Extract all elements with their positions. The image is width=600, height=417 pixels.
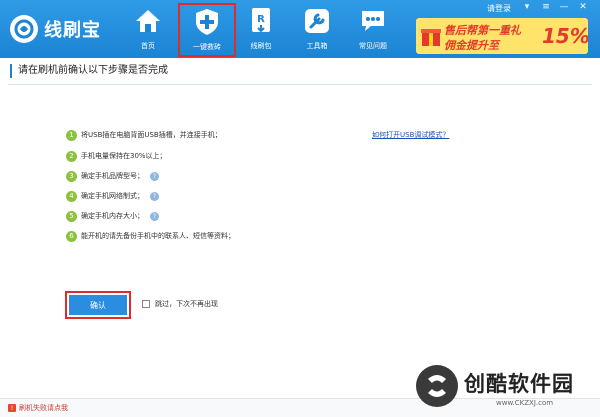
top-bar: 线刷宝 首页 一键救砖 R 线刷包 工具箱 常见问题 请登录 ▾ ≡ — ✕ 售…	[0, 0, 600, 58]
help-icon[interactable]: ?	[150, 211, 159, 221]
wrench-icon	[302, 6, 332, 36]
chat-bubble-icon	[358, 6, 388, 36]
step-text: 确定手机品牌型号；	[81, 172, 144, 180]
nav-one-click-rescue-label: 一键救砖	[193, 43, 221, 51]
usb-debug-guide-link[interactable]: 如何打开USB调试模式？	[372, 130, 449, 140]
step-text: 确定手机网络制式；	[81, 192, 144, 200]
step-number: 5	[66, 210, 77, 222]
flash-failed-text: 刷机失败请点我	[19, 404, 68, 412]
nav-home[interactable]: 首页	[121, 4, 175, 54]
promo-gift-icon	[421, 29, 441, 46]
step-text: 确定手机内存大小；	[81, 212, 144, 220]
step-item: 6 能开机的请先备份手机中的联系人、短信等资料；	[66, 229, 235, 243]
page-title: 请在刷机前确认以下步骤是否完成	[10, 64, 168, 78]
close-icon[interactable]: ✕	[577, 2, 589, 12]
watermark: 创酷软件园 www.CKZXJ.com	[404, 362, 600, 417]
skip-checkbox[interactable]	[142, 300, 150, 308]
watermark-text: 创酷软件园	[464, 372, 574, 396]
confirm-button-highlight: 确认	[65, 291, 131, 319]
skip-label: 跳过，下次不再出现	[155, 300, 218, 308]
nav-faq-label: 常见问题	[359, 42, 387, 50]
flash-failed-link[interactable]: ! 刷机失败请点我	[8, 403, 68, 413]
svg-text:R: R	[257, 14, 265, 25]
promo-line2: 佣金提升至	[444, 39, 499, 52]
skip-option[interactable]: 跳过，下次不再出现	[142, 299, 218, 309]
confirm-button[interactable]: 确认	[69, 295, 127, 315]
step-number: 1	[66, 129, 77, 141]
shield-plus-icon	[192, 7, 222, 37]
menu-icon[interactable]: ≡	[540, 2, 552, 12]
skin-icon[interactable]: ▾	[521, 2, 533, 12]
nav-toolbox[interactable]: 工具箱	[290, 4, 344, 54]
nav-home-label: 首页	[141, 42, 155, 50]
nav-one-click-rescue[interactable]: 一键救砖	[178, 3, 236, 57]
step-number: 3	[66, 170, 77, 182]
step-text: 将USB插在电脑背面USB插槽，并连接手机；	[81, 131, 222, 139]
home-icon	[133, 6, 163, 36]
help-icon[interactable]: ?	[150, 171, 159, 181]
login-link[interactable]: 请登录	[487, 3, 511, 14]
nav-rom-package[interactable]: R 线刷包	[234, 4, 288, 54]
minimize-icon[interactable]: —	[558, 2, 570, 12]
step-number: 4	[66, 190, 77, 202]
divider	[8, 84, 592, 85]
app-logo: 线刷宝	[10, 14, 101, 44]
step-item: 2 手机电量保持在30%以上；	[66, 149, 167, 163]
nav-faq[interactable]: 常见问题	[346, 4, 400, 54]
step-item: 1 将USB插在电脑背面USB插槽，并连接手机；	[66, 128, 222, 142]
promo-percent: 15%	[542, 24, 588, 48]
step-text: 手机电量保持在30%以上；	[81, 152, 167, 160]
warning-icon: !	[8, 404, 16, 412]
nav-rom-package-label: 线刷包	[250, 42, 272, 50]
step-item: 4 确定手机网络制式； ?	[66, 189, 159, 203]
step-number: 6	[66, 230, 77, 242]
promo-line1: 售后帮第一重礼	[444, 24, 521, 37]
logo-icon	[10, 15, 38, 43]
step-item: 3 确定手机品牌型号； ?	[66, 169, 159, 183]
watermark-url: www.CKZXJ.com	[496, 399, 554, 407]
app-name: 线刷宝	[44, 20, 101, 41]
step-text: 能开机的请先备份手机中的联系人、短信等资料；	[81, 232, 235, 240]
nav-toolbox-label: 工具箱	[306, 42, 328, 50]
step-item: 5 确定手机内存大小； ?	[66, 209, 159, 223]
help-icon[interactable]: ?	[150, 191, 159, 201]
rom-package-icon: R	[246, 6, 276, 36]
watermark-logo-icon	[416, 365, 458, 407]
promo-banner[interactable]: 售后帮第一重礼 佣金提升至 15%	[416, 18, 588, 54]
step-number: 2	[66, 150, 77, 162]
